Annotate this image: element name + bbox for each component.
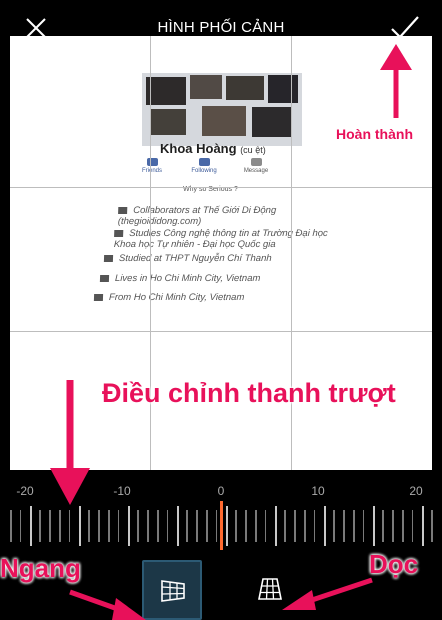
ruler-tick — [49, 510, 51, 542]
location-pin-icon — [93, 293, 104, 301]
angle-slider[interactable]: -20 -10 0 10 20 — [0, 470, 442, 550]
annotation-horizontal-label: Ngang — [0, 553, 81, 583]
ruler-tick — [411, 510, 414, 542]
page-title: HÌNH PHỐI CẢNH — [157, 19, 285, 36]
vertical-perspective-button[interactable] — [241, 560, 301, 620]
ruler-tick — [421, 506, 424, 546]
grid-line — [10, 187, 432, 188]
ruler-tick — [10, 510, 12, 542]
slider-indicator[interactable] — [220, 501, 223, 550]
ruler-tick — [402, 510, 404, 542]
ruler-tick — [88, 510, 90, 542]
ruler-label: -20 — [16, 484, 34, 498]
ruler-tick — [98, 510, 100, 542]
profile-name: Khoa Hoàng (cu ệt) — [160, 141, 266, 156]
ruler-label: 20 — [409, 484, 423, 498]
profile-tabs: Friends Following Message — [128, 158, 288, 180]
ruler-tick — [108, 510, 110, 542]
ruler-tick — [137, 510, 139, 542]
info-university: Studies Công nghệ thông tin at Trường Đạ… — [113, 228, 328, 250]
ruler-tick — [362, 510, 365, 542]
ruler-tick — [372, 506, 375, 546]
ruler-tick — [186, 510, 188, 542]
cover-photo-collage — [142, 73, 302, 146]
ruler-tick — [117, 510, 120, 542]
ruler-tick — [333, 510, 335, 542]
ruler-tick — [274, 506, 277, 546]
info-highschool: Studied at THPT Nguyễn Chí Thanh — [103, 253, 364, 264]
ruler-tick — [284, 510, 286, 542]
info-from: From Ho Chi Minh City, Vietnam — [93, 292, 374, 303]
annotation-slider-label: Điều chỉnh thanh trượt — [102, 378, 396, 408]
ruler-tick — [304, 510, 306, 542]
ruler-tick — [19, 510, 22, 542]
tab-following: Following — [180, 158, 228, 174]
horizontal-perspective-icon — [161, 580, 185, 602]
ruler-tick — [313, 510, 316, 542]
ruler-tick — [59, 510, 61, 542]
graduation-cap-icon — [103, 254, 114, 262]
info-work: Collaborators at Thế Giới Di Động (thegi… — [117, 205, 277, 227]
ruler-label: -10 — [113, 484, 131, 498]
ruler-tick — [78, 506, 81, 546]
ruler-tick — [176, 506, 179, 546]
rss-icon — [198, 158, 210, 166]
ruler-tick — [343, 510, 345, 542]
message-icon — [250, 158, 262, 166]
ruler-tick — [382, 510, 384, 542]
grid-line — [10, 331, 432, 332]
ruler-tick — [225, 506, 228, 546]
ruler-tick — [166, 510, 169, 542]
ruler-tick — [147, 510, 149, 542]
ruler-label: 0 — [217, 484, 225, 498]
annotation-vertical-label: Dọc — [369, 549, 419, 579]
ruler-tick — [245, 510, 247, 542]
ruler-tick — [294, 510, 296, 542]
ruler-tick — [392, 510, 394, 542]
friends-icon — [146, 158, 158, 166]
tab-message: Message — [232, 158, 280, 174]
top-bar: HÌNH PHỐI CẢNH — [0, 0, 442, 39]
info-lives: Lives in Ho Chi Minh City, Vietnam — [99, 273, 370, 284]
ruler-tick — [157, 510, 159, 542]
ruler-tick — [323, 506, 326, 546]
ruler-tick — [431, 510, 433, 542]
ruler-tick — [196, 510, 198, 542]
ruler-tick — [264, 510, 267, 542]
ruler-tick — [353, 510, 355, 542]
ruler-tick — [29, 506, 32, 546]
vertical-perspective-icon — [258, 578, 282, 600]
ruler-tick — [215, 510, 218, 542]
tab-friends: Friends — [128, 158, 176, 174]
ruler-tick — [235, 510, 237, 542]
ruler-tick — [39, 510, 41, 542]
graduation-cap-icon — [114, 229, 124, 237]
ruler-tick — [255, 510, 257, 542]
ruler-tick — [206, 510, 208, 542]
ruler-tick — [127, 506, 130, 546]
ruler-tick — [68, 510, 71, 542]
briefcase-icon — [118, 206, 128, 214]
ruler-label: 10 — [311, 484, 325, 498]
home-icon — [99, 274, 110, 282]
annotation-done-label: Hoàn thành — [336, 126, 413, 142]
horizontal-perspective-button[interactable] — [142, 560, 202, 620]
